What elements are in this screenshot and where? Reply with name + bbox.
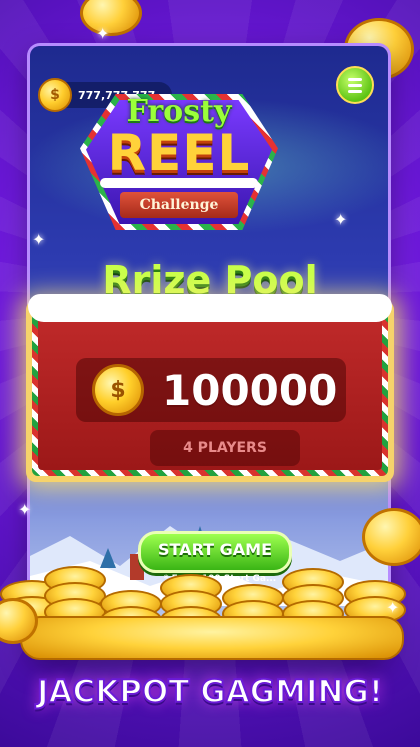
prize-amount-box: $ 100000: [76, 358, 346, 422]
jackpot-tagline: JACKPOT GAGMING!: [36, 673, 384, 711]
gold-coin-pile: [0, 560, 420, 680]
sparkle-icon: ✦: [386, 598, 400, 617]
sparkle-icon: ✦: [108, 572, 122, 591]
menu-button[interactable]: [336, 66, 374, 104]
sparkle-icon: ✦: [18, 500, 32, 519]
panel-snow-cap: [28, 294, 392, 322]
logo-word-reel: REEL: [107, 124, 251, 182]
coin-icon: $: [92, 364, 144, 416]
logo-ribbon-challenge: Challenge: [120, 192, 238, 218]
players-count: 4 PLAYERS: [150, 430, 300, 466]
prize-panel-body: $ 100000 4 PLAYERS: [38, 312, 382, 470]
sparkle-icon: ✦: [96, 24, 110, 43]
sparkle-icon: ✦: [32, 230, 46, 249]
sparkle-icon: ✦: [334, 210, 348, 229]
prize-pool-panel: $ 100000 4 PLAYERS: [26, 294, 394, 482]
floating-coin-right: [362, 508, 420, 566]
prize-amount: 100000: [162, 365, 338, 415]
hamburger-menu-icon: [348, 77, 362, 81]
stack-coin: [20, 616, 404, 660]
coin-icon: $: [38, 78, 72, 112]
game-logo: Frosty REEL Challenge: [70, 82, 288, 242]
